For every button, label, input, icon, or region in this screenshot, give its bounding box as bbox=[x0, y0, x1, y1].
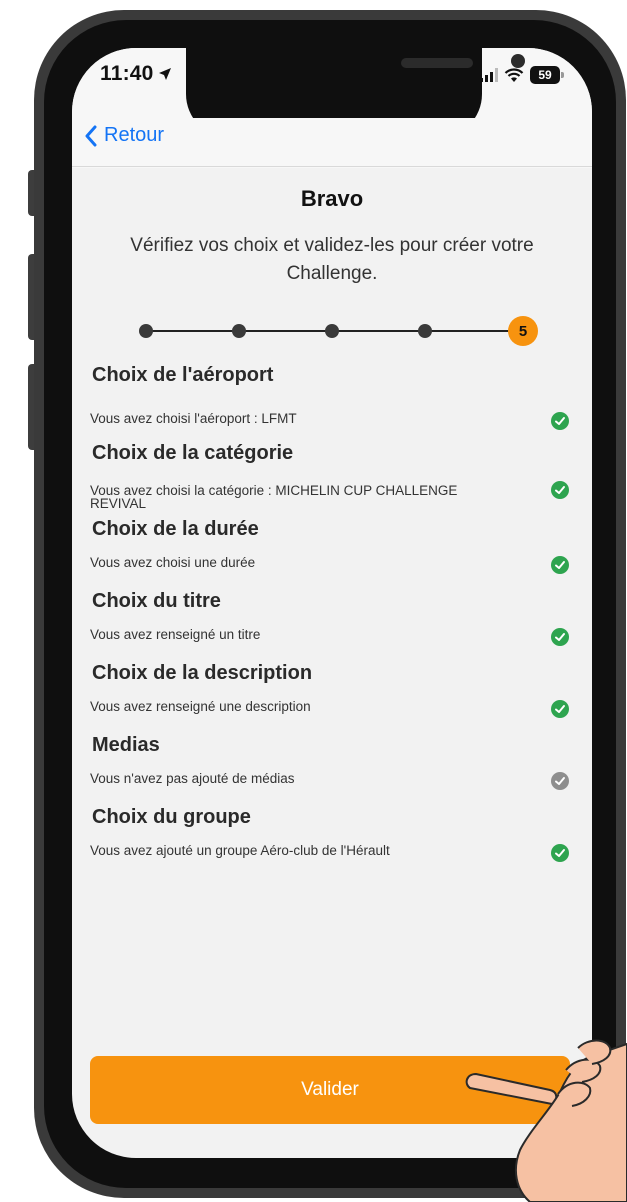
checkmark-icon bbox=[551, 628, 569, 646]
signal-icon bbox=[480, 68, 498, 82]
chevron-left-icon bbox=[85, 125, 97, 146]
section-title: Choix de l'aéroport bbox=[92, 364, 274, 386]
checkmark-icon bbox=[551, 700, 569, 718]
checkmark-icon bbox=[551, 481, 569, 499]
section-title: Choix de la description bbox=[92, 662, 313, 684]
checkmark-icon bbox=[551, 556, 569, 574]
step-4-dot bbox=[418, 324, 432, 338]
status-time: 11:40 bbox=[100, 62, 172, 86]
battery-level: 59 bbox=[538, 68, 552, 82]
page-subtitle: Vérifiez vos choix et validez-les pour c… bbox=[130, 235, 534, 284]
battery-indicator: 59 bbox=[530, 66, 564, 84]
checkmark-icon bbox=[551, 412, 569, 430]
section-description: Vous avez ajouté un groupe Aéro-club de … bbox=[90, 843, 390, 858]
progress-stepper: 5 bbox=[138, 316, 538, 346]
section-title: Choix de la catégorie bbox=[92, 442, 294, 464]
section-title: Choix du titre bbox=[92, 590, 221, 612]
page-title: Bravo bbox=[300, 186, 364, 211]
section-description: Vous avez choisi l'aéroport : LFMT bbox=[90, 411, 297, 426]
phone-screen: 11:40 59 Retour Bravo Vérifiez vos choix… bbox=[72, 48, 592, 1158]
speaker-grille bbox=[401, 58, 473, 68]
section-title: Choix du groupe bbox=[92, 806, 251, 828]
section-description: Vous avez choisi une durée bbox=[90, 555, 256, 570]
section-description: Vous avez choisi la catégorie : MICHELIN… bbox=[90, 483, 458, 511]
back-button[interactable]: Retour bbox=[84, 124, 164, 147]
step-2-dot bbox=[232, 324, 246, 338]
status-icons: 59 bbox=[480, 66, 564, 84]
navigation-bar: Retour bbox=[72, 118, 592, 167]
checkmark-icon bbox=[551, 844, 569, 862]
checkmark-disabled-icon bbox=[551, 772, 569, 790]
step-current: 5 bbox=[508, 316, 538, 346]
section-description: Vous avez renseigné une description bbox=[90, 699, 311, 714]
section-description: Vous avez renseigné un titre bbox=[90, 627, 261, 642]
step-1-dot bbox=[139, 324, 153, 338]
section-description: Vous n'avez pas ajouté de médias bbox=[90, 771, 295, 786]
status-time-text: 11:40 bbox=[100, 62, 154, 85]
back-button-label: Retour bbox=[104, 124, 165, 146]
location-arrow-icon bbox=[158, 68, 171, 80]
front-camera bbox=[511, 54, 525, 68]
wifi-icon bbox=[504, 67, 524, 82]
section-title: Medias bbox=[92, 734, 160, 756]
section-title: Choix de la durée bbox=[92, 518, 259, 540]
pointing-hand-icon bbox=[465, 1039, 627, 1202]
step-3-dot bbox=[325, 324, 339, 338]
